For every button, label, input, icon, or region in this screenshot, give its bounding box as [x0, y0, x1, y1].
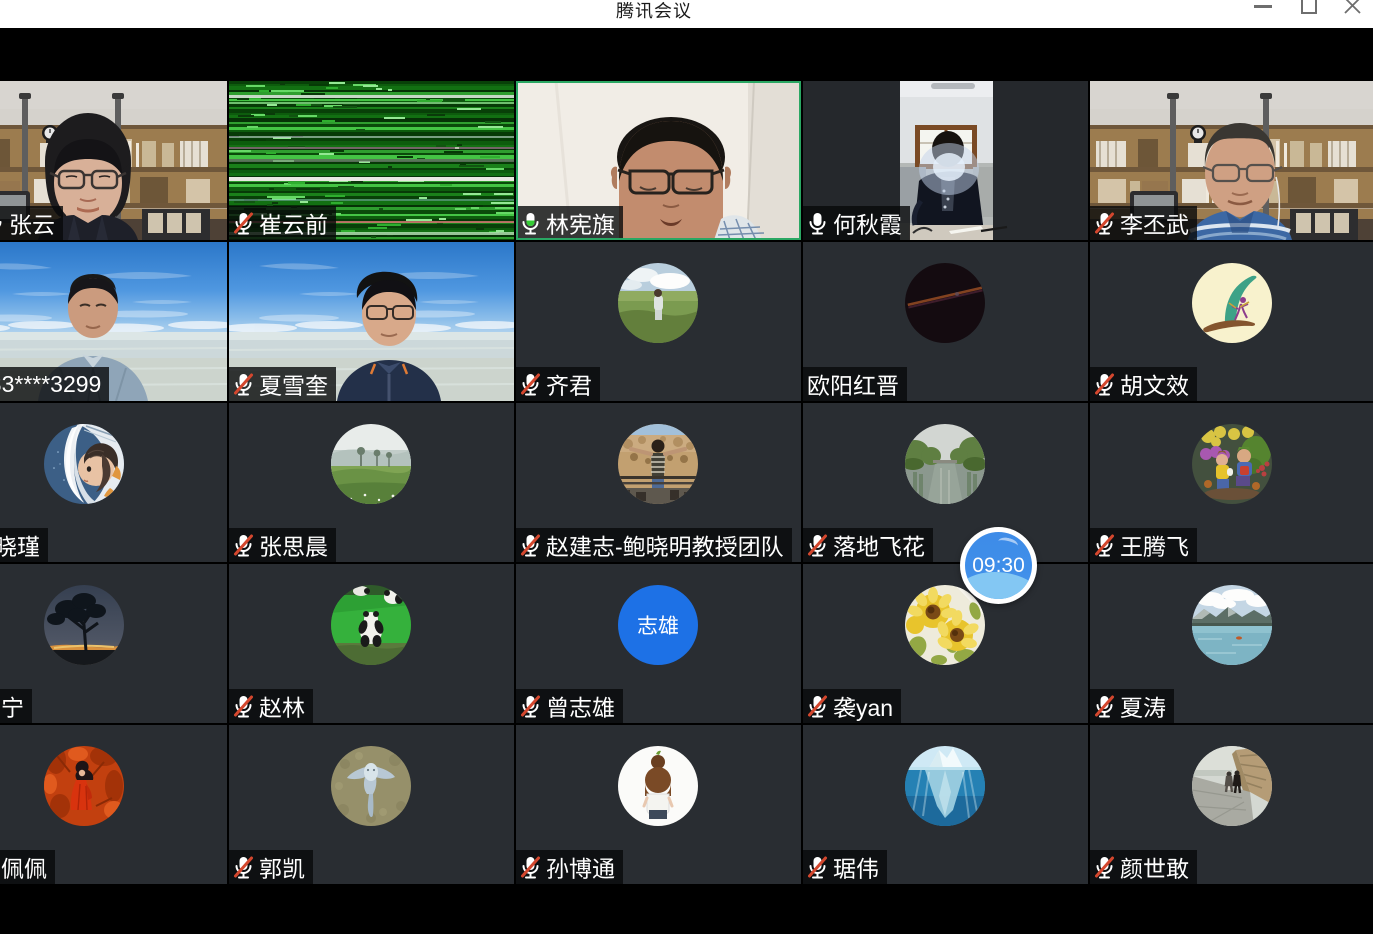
svg-text:志雄: 志雄 [637, 615, 679, 638]
